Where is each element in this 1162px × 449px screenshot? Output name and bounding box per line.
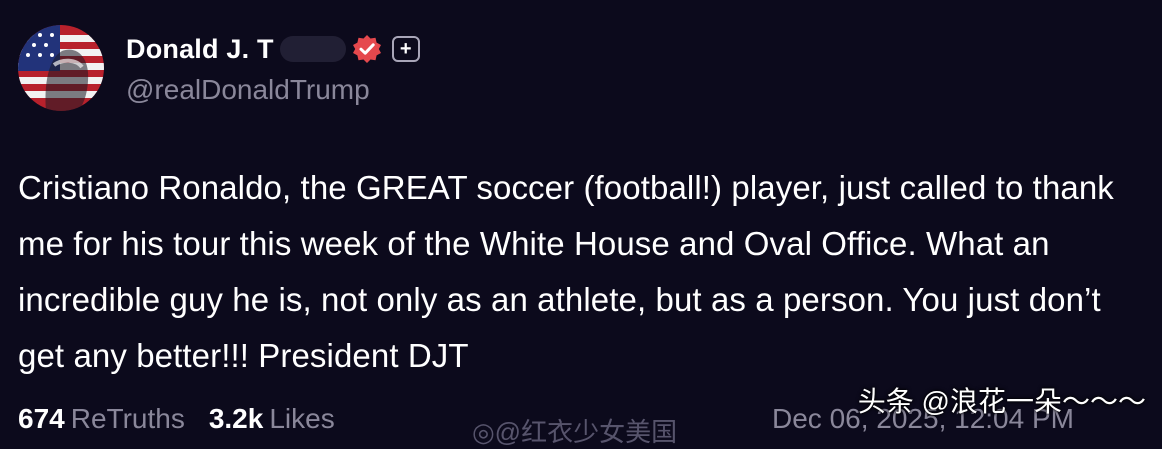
faint-watermark: ◎@红衣少女美国 — [472, 417, 678, 447]
retruths-count[interactable]: 674 — [18, 403, 65, 434]
post-body-text: Cristiano Ronaldo, the GREAT soccer (foo… — [18, 169, 1114, 374]
toutiao-watermark: 头条 @浪花一朵～～～ — [857, 386, 1146, 417]
verified-badge-icon — [352, 35, 381, 63]
blurred-name-overlay — [279, 36, 346, 62]
flag-portrait-avatar-icon — [18, 25, 104, 111]
retruths-label[interactable]: ReTruths — [71, 403, 185, 434]
avatar[interactable] — [18, 25, 104, 111]
truth-post-screen: { "post": { "author": { "display_name": … — [0, 0, 1162, 447]
likes-label[interactable]: Likes — [269, 403, 334, 434]
author-display-name[interactable]: Donald J. T — [126, 34, 274, 65]
post-stats: 674 ReTruths 3.2k Likes — [18, 403, 359, 434]
author-name-row: Donald J. T + — [126, 30, 420, 68]
plus-badge-icon: + — [391, 36, 420, 62]
author-handle[interactable]: @realDonaldTrump — [126, 74, 370, 106]
likes-count[interactable]: 3.2k — [209, 403, 264, 434]
